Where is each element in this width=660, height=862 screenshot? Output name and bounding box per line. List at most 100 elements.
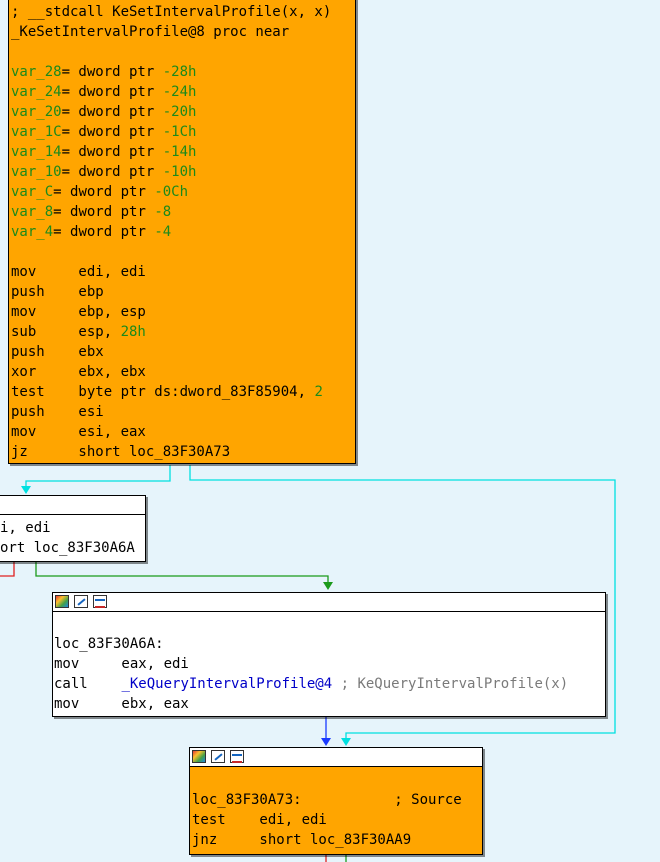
code-line[interactable]: var_4= dword ptr -4 bbox=[11, 222, 171, 242]
code-token: push ebp bbox=[11, 284, 104, 300]
graph-icon[interactable] bbox=[230, 750, 244, 763]
code-line[interactable]: var_14= dword ptr -14h bbox=[11, 142, 196, 162]
edge-left-to-mid-arrow bbox=[323, 582, 333, 590]
code-line[interactable]: mov ebx, eax bbox=[54, 694, 189, 714]
code-token: test byte ptr ds:dword_83F85904, bbox=[11, 384, 315, 400]
edge-main-to-bottom-arrow bbox=[341, 738, 351, 746]
code-line[interactable]: jnz short loc_83F30AA9 bbox=[192, 830, 411, 850]
code-token: call bbox=[54, 676, 122, 692]
code-token: var_10 bbox=[11, 164, 62, 180]
code-token: mov edi, edi bbox=[11, 264, 146, 280]
code-token: mov esi, eax bbox=[11, 424, 146, 440]
code-token: ; KeQueryIntervalProfile(x) bbox=[332, 676, 569, 692]
code-token: jz short loc_83F30A73 bbox=[11, 444, 231, 460]
edge-left-false bbox=[0, 562, 15, 577]
code-token: = dword ptr bbox=[61, 84, 163, 100]
code-line[interactable]: var_1C= dword ptr -1Ch bbox=[11, 122, 196, 142]
code-line[interactable]: mov edi, edi bbox=[11, 262, 146, 282]
code-line[interactable]: push ebp bbox=[11, 282, 104, 302]
code-line[interactable]: var_10= dword ptr -10h bbox=[11, 162, 196, 182]
edit-icon[interactable] bbox=[211, 750, 225, 763]
code-line[interactable]: _KeSetIntervalProfile@8 proc near bbox=[11, 22, 289, 42]
code-token: = dword ptr bbox=[53, 184, 155, 200]
code-token: _KeSetIntervalProfile@8 proc near bbox=[11, 24, 290, 40]
code-token: loc_83F30A6A: bbox=[54, 636, 164, 652]
code-line[interactable]: xor ebx, ebx bbox=[11, 362, 146, 382]
code-line[interactable]: mov esi, eax bbox=[11, 422, 146, 442]
palette-icon[interactable] bbox=[55, 595, 69, 608]
code-line[interactable]: ort loc_83F30A6A bbox=[0, 538, 135, 558]
code-token: mov eax, edi bbox=[54, 656, 189, 672]
code-token: = dword ptr bbox=[53, 224, 155, 240]
code-line[interactable]: jz short loc_83F30A73 bbox=[11, 442, 230, 462]
code-token: _KeQueryIntervalProfile@4 bbox=[121, 676, 333, 692]
code-token: var_14 bbox=[11, 144, 62, 160]
code-token: -24h bbox=[162, 84, 197, 100]
code-token: var_24 bbox=[11, 84, 62, 100]
code-token: = dword ptr bbox=[53, 204, 155, 220]
edit-icon[interactable] bbox=[74, 595, 88, 608]
code-token: = dword ptr bbox=[61, 64, 163, 80]
code-line[interactable]: ; __stdcall KeSetIntervalProfile(x, x) bbox=[11, 2, 331, 22]
code-token: i, edi bbox=[0, 520, 51, 536]
code-token: ort loc_83F30A6A bbox=[0, 540, 135, 556]
code-line[interactable]: sub esp, 28h bbox=[11, 322, 146, 342]
code-token: = dword ptr bbox=[61, 124, 163, 140]
code-token: var_28 bbox=[11, 64, 62, 80]
code-line[interactable]: var_24= dword ptr -24h bbox=[11, 82, 196, 102]
code-line[interactable]: mov ebp, esp bbox=[11, 302, 146, 322]
code-token: sub esp, bbox=[11, 324, 121, 340]
code-line[interactable]: mov eax, edi bbox=[54, 654, 189, 674]
code-token: var_1C bbox=[11, 124, 62, 140]
code-token: 2 bbox=[314, 384, 323, 400]
code-token: var_C bbox=[11, 184, 54, 200]
code-token: = dword ptr bbox=[61, 164, 163, 180]
code-token: -10h bbox=[162, 164, 197, 180]
block-left[interactable]: i, edi ort loc_83F30A6A bbox=[0, 495, 146, 562]
code-token: ; __stdcall KeSetIntervalProfile(x, x) bbox=[11, 4, 332, 20]
code-line[interactable]: push ebx bbox=[11, 342, 104, 362]
block-loc-83F30A73[interactable]: loc_83F30A73: ; Source test edi, edi jnz s… bbox=[189, 747, 483, 855]
code-token: 28h bbox=[120, 324, 146, 340]
code-token: = dword ptr bbox=[61, 144, 163, 160]
edge-main-to-left bbox=[25, 465, 171, 490]
code-token: mov ebx, eax bbox=[54, 696, 189, 712]
code-token: jnz short loc_83F30AA9 bbox=[192, 832, 412, 848]
graph-icon[interactable] bbox=[93, 595, 107, 608]
code-line[interactable]: i, edi bbox=[0, 518, 51, 538]
code-line[interactable]: test edi, edi bbox=[192, 810, 327, 830]
code-token: var_20 bbox=[11, 104, 62, 120]
edge-main-to-left-arrow bbox=[21, 486, 31, 494]
code-line[interactable]: push esi bbox=[11, 402, 104, 422]
code-token: loc_83F30A73: ; Source bbox=[192, 792, 462, 808]
code-token: push ebx bbox=[11, 344, 104, 360]
code-token: push esi bbox=[11, 404, 104, 420]
code-line[interactable]: loc_83F30A73: ; Source bbox=[192, 790, 462, 810]
code-line[interactable]: var_8= dword ptr -8 bbox=[11, 202, 171, 222]
code-line[interactable]: test byte ptr ds:dword_83F85904, 2 bbox=[11, 382, 323, 402]
code-token: -4 bbox=[154, 224, 172, 240]
code-token: mov ebp, esp bbox=[11, 304, 146, 320]
code-token: -0Ch bbox=[154, 184, 189, 200]
code-token: -8 bbox=[154, 204, 172, 220]
code-token: -28h bbox=[162, 64, 197, 80]
code-token: -14h bbox=[162, 144, 197, 160]
palette-icon[interactable] bbox=[192, 750, 206, 763]
code-token: xor ebx, ebx bbox=[11, 364, 146, 380]
code-token: -1Ch bbox=[162, 124, 197, 140]
edge-left-to-mid bbox=[35, 562, 329, 586]
block-loc-83F30A6A[interactable]: loc_83F30A6A:mov eax, edi call _KeQueryIn… bbox=[52, 592, 606, 717]
block-bottom-titlebar bbox=[190, 748, 482, 767]
block-mid-titlebar bbox=[53, 593, 605, 612]
block-main[interactable]: ; __stdcall KeSetIntervalProfile(x, x) _K… bbox=[8, 0, 356, 464]
code-line[interactable]: var_20= dword ptr -20h bbox=[11, 102, 196, 122]
code-token: test edi, edi bbox=[192, 812, 327, 828]
code-line[interactable]: var_28= dword ptr -28h bbox=[11, 62, 196, 82]
code-line[interactable]: loc_83F30A6A: bbox=[54, 634, 164, 654]
code-token: var_4 bbox=[11, 224, 54, 240]
block-left-titlebar bbox=[0, 496, 145, 515]
code-line[interactable]: call _KeQueryIntervalProfile@4 ; KeQuery… bbox=[54, 674, 568, 694]
code-token: = dword ptr bbox=[61, 104, 163, 120]
code-token: var_8 bbox=[11, 204, 54, 220]
code-line[interactable]: var_C= dword ptr -0Ch bbox=[11, 182, 188, 202]
